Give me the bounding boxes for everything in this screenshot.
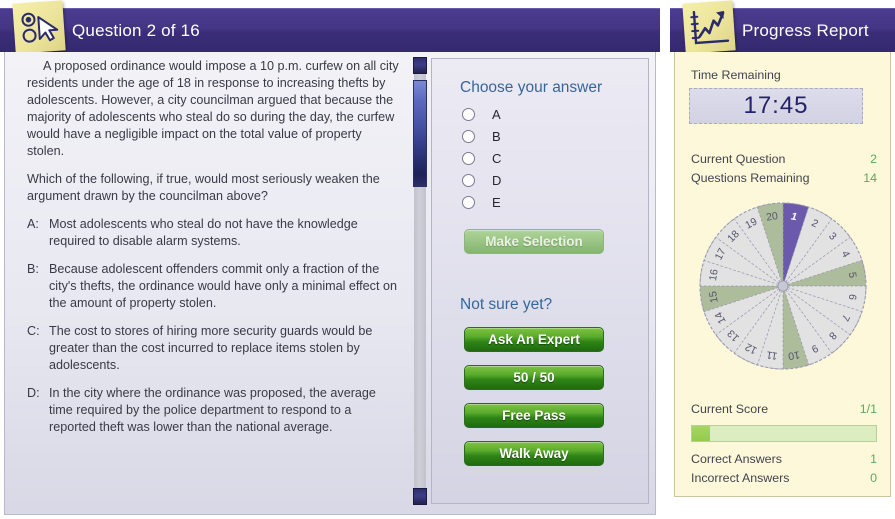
radio-icon-c[interactable] (462, 151, 475, 165)
progress-panel: Progress Report Time Remaining 17:45 Cur… (670, 0, 895, 519)
stat-current-question: Current Question 2 (691, 152, 877, 166)
stat-questions-remaining-label: Questions Remaining (691, 171, 810, 185)
passage-text: A proposed ordinance would impose a 10 p… (27, 59, 399, 158)
choice-c-text: The cost to stores of hiring more securi… (49, 324, 373, 372)
stat-current-score: Current Score 1/1 (691, 402, 877, 416)
current-score-value: 1/1 (859, 402, 877, 416)
ask-an-expert-button[interactable]: Ask An Expert (464, 327, 604, 352)
time-remaining-label: Time Remaining (691, 68, 781, 82)
timer-box: 17:45 (689, 88, 863, 124)
wheel-label-11: 11 (766, 348, 779, 362)
free-pass-button[interactable]: Free Pass (464, 403, 604, 428)
question-body: A proposed ordinance would impose a 10 p… (4, 52, 656, 515)
radio-icon-d[interactable] (462, 173, 475, 187)
answer-radio-group: A B C D E (462, 103, 648, 213)
stat-incorrect-answers: Incorrect Answers 0 (691, 471, 877, 485)
progress-wheel-chart: 1 2 3 4 5 6 7 8 9 10 11 12 13 14 15 16 17 18 19 20 (697, 200, 869, 372)
question-title: Question 2 of 16 (72, 20, 200, 40)
score-progress-bar (691, 425, 877, 442)
choice-b-letter: B: (27, 262, 39, 276)
question-panel: Question 2 of 16 A proposed ordinance wo… (0, 0, 660, 519)
stat-current-question-value: 2 (870, 152, 877, 166)
answer-option-a[interactable]: A (462, 103, 648, 125)
make-selection-button[interactable]: Make Selection (464, 229, 604, 254)
radio-icon-b[interactable] (462, 129, 475, 143)
choose-answer-heading: Choose your answer (460, 79, 603, 96)
scrollbar-down-arrow-icon[interactable] (413, 488, 427, 505)
answer-option-c[interactable]: C (462, 147, 648, 169)
stat-questions-remaining: Questions Remaining 14 (691, 171, 877, 185)
wheel-label-15: 15 (707, 290, 721, 304)
wheel-hub (777, 280, 789, 292)
answer-option-b[interactable]: B (462, 125, 648, 147)
answer-option-d[interactable]: D (462, 169, 648, 191)
walk-away-button[interactable]: Walk Away (464, 441, 604, 466)
wheel-label-10: 10 (787, 348, 801, 362)
question-title-bar: Question 2 of 16 (0, 8, 660, 52)
choice-a: A: Most adolescents who steal do not hav… (27, 216, 401, 250)
current-score-label: Current Score (691, 402, 769, 416)
not-sure-heading: Not sure yet? (460, 296, 553, 313)
radio-icon-a[interactable] (462, 107, 475, 121)
progress-body: Time Remaining 17:45 Current Question 2 … (674, 52, 891, 497)
answer-option-a-label: A (492, 106, 501, 122)
stat-current-question-label: Current Question (691, 152, 786, 166)
choice-c-letter: C: (27, 324, 40, 338)
radio-icon-e[interactable] (462, 195, 475, 209)
incorrect-answers-value: 0 (870, 471, 877, 485)
choice-a-text: Most adolescents who steal do not have t… (49, 217, 358, 248)
stat-questions-remaining-value: 14 (863, 171, 877, 185)
progress-title: Progress Report (742, 20, 869, 40)
sticky-note-radio-cursor-icon (12, 0, 66, 54)
passage-area: A proposed ordinance would impose a 10 p… (27, 58, 401, 504)
choice-d-text: In the city where the ordinance was prop… (49, 386, 376, 434)
choice-b-text: Because adolescent offenders commit only… (49, 262, 397, 310)
incorrect-answers-label: Incorrect Answers (691, 471, 790, 485)
passage-scrollbar[interactable] (413, 57, 427, 505)
score-progress-bar-fill (692, 426, 711, 441)
choice-d: D: In the city where the ordinance was p… (27, 385, 401, 436)
choice-c: C: The cost to stores of hiring more sec… (27, 323, 401, 374)
question-prompt: Which of the following, if true, would m… (27, 172, 380, 203)
answer-option-d-label: D (492, 172, 502, 188)
answer-option-e-label: E (492, 194, 501, 210)
correct-answers-value: 1 (870, 452, 877, 466)
answer-option-c-label: C (492, 150, 502, 166)
wheel-label-20: 20 (765, 210, 779, 224)
choice-b: B: Because adolescent offenders commit o… (27, 261, 401, 312)
choice-a-letter: A: (27, 217, 39, 231)
scrollbar-thumb[interactable] (413, 80, 427, 187)
fifty-fifty-button[interactable]: 50 / 50 (464, 365, 604, 390)
answer-option-b-label: B (492, 128, 501, 144)
stat-correct-answers: Correct Answers 1 (691, 452, 877, 466)
timer-value: 17:45 (743, 92, 809, 119)
sticky-note-line-chart-icon (682, 0, 736, 54)
wheel-label-16: 16 (707, 268, 721, 282)
correct-answers-label: Correct Answers (691, 452, 782, 466)
choice-d-letter: D: (27, 386, 40, 400)
scrollbar-up-arrow-icon[interactable] (413, 57, 427, 74)
answer-option-e[interactable]: E (462, 191, 648, 213)
quiz-app: Question 2 of 16 A proposed ordinance wo… (0, 0, 895, 519)
answer-card: Choose your answer A B C D E Make Select… (431, 58, 649, 504)
